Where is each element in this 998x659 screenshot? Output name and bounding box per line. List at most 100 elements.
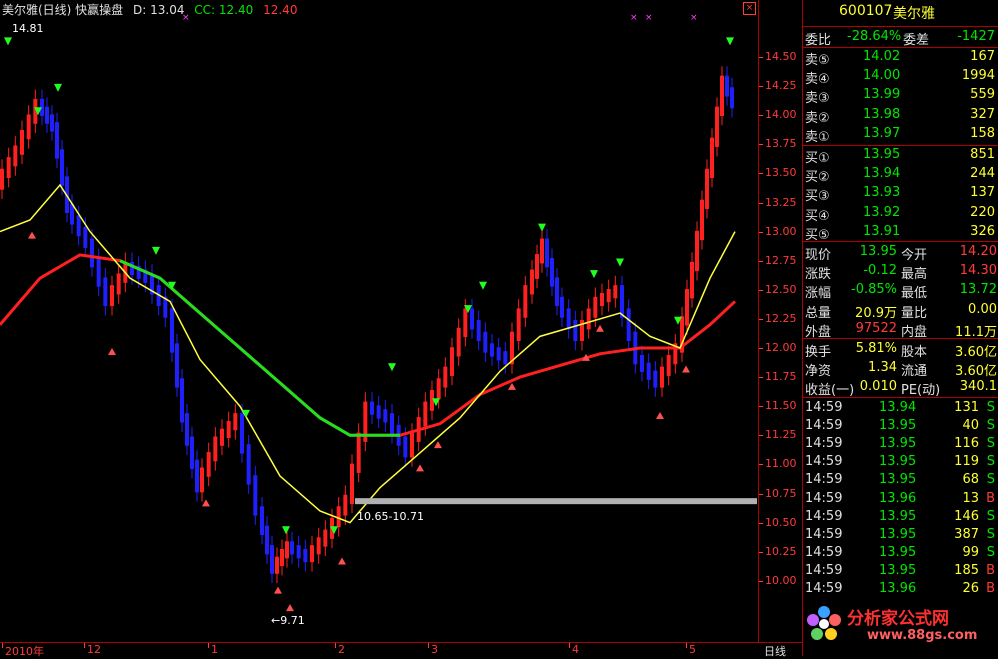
candle-body bbox=[476, 320, 481, 342]
candle-body bbox=[613, 285, 618, 299]
candle-body bbox=[13, 145, 18, 167]
order-price: 13.93 bbox=[863, 185, 901, 201]
stats-row: 收益(一) 0.010 PE(动) 340.1 bbox=[803, 378, 998, 398]
sell-signal-arrow-icon bbox=[4, 37, 12, 46]
candle-body bbox=[185, 413, 189, 446]
buy-order-row: 买① 13.95 851 bbox=[803, 146, 998, 166]
flower-logo-icon bbox=[805, 604, 843, 644]
price-tick-label: 11.50 bbox=[765, 399, 797, 413]
quote-value: 13.72 bbox=[959, 282, 997, 298]
order-label: 买⑤ bbox=[805, 227, 830, 243]
tick-volume: 119 bbox=[954, 454, 979, 470]
sell-signal-arrow-icon bbox=[538, 223, 546, 232]
quote-label: 量比 bbox=[901, 305, 928, 321]
candle-body bbox=[103, 277, 108, 307]
price-tick-mark bbox=[759, 522, 763, 524]
quote-label: 现价 bbox=[805, 248, 832, 263]
price-tick-mark bbox=[759, 580, 763, 582]
tick-price: 13.94 bbox=[879, 400, 917, 415]
tick-volume: 185 bbox=[954, 562, 979, 578]
signal-marker: × bbox=[690, 13, 698, 23]
order-volume: 158 bbox=[970, 125, 995, 141]
tick-volume: 40 bbox=[962, 418, 979, 434]
quote-label: 最低 bbox=[901, 286, 928, 302]
buy-signal-arrow-icon bbox=[28, 231, 36, 239]
price-chart-canvas[interactable]: × × × × bbox=[0, 0, 758, 642]
sell-order-row: 卖③ 13.99 559 bbox=[803, 86, 998, 106]
tick-price: 13.95 bbox=[879, 436, 917, 452]
tick-time: 14:59 bbox=[805, 436, 843, 452]
stats-label: 流通 bbox=[901, 364, 928, 379]
time-tick-label: 12 bbox=[87, 643, 101, 656]
tick-price: 13.95 bbox=[879, 562, 917, 578]
order-price: 13.92 bbox=[863, 204, 901, 220]
order-volume: 220 bbox=[970, 204, 995, 220]
tick-side: S bbox=[986, 418, 995, 434]
tick-row: 14:59 13.95 116 S bbox=[803, 435, 998, 454]
price-tick-mark bbox=[759, 57, 763, 58]
candle-body bbox=[660, 366, 664, 388]
watermark-brand: 分析家公式网 bbox=[847, 609, 949, 629]
candle-body bbox=[403, 436, 408, 458]
candle-body bbox=[336, 506, 341, 528]
quote-value: 14.30 bbox=[959, 263, 997, 279]
candle-body bbox=[566, 308, 571, 330]
sell-order-row: 卖② 13.98 327 bbox=[803, 106, 998, 126]
tick-price: 13.95 bbox=[879, 544, 917, 560]
weibi-label: 委比 bbox=[805, 33, 832, 48]
candle-body bbox=[20, 129, 24, 155]
candle-body bbox=[560, 296, 564, 318]
candle-body bbox=[600, 292, 604, 307]
order-price: 13.94 bbox=[863, 166, 901, 182]
buy-signal-arrow-icon bbox=[416, 464, 424, 472]
tick-row: 14:59 13.95 40 S bbox=[803, 417, 998, 436]
tick-price: 13.95 bbox=[879, 526, 917, 542]
period-button[interactable]: 日线 bbox=[764, 643, 786, 659]
stats-label: PE(动) bbox=[901, 383, 941, 398]
candle-body bbox=[530, 269, 534, 295]
candle-body bbox=[666, 354, 671, 376]
tick-row: 14:59 13.95 99 S bbox=[803, 544, 998, 563]
candle-body bbox=[233, 413, 238, 431]
stats-value: 5.81% bbox=[855, 341, 897, 356]
tick-price: 13.95 bbox=[879, 418, 917, 434]
candle-body bbox=[690, 261, 694, 299]
stats-value: 340.1 bbox=[959, 379, 997, 394]
price-tick-label: 11.75 bbox=[765, 370, 797, 384]
tick-time: 14:59 bbox=[805, 508, 843, 524]
candle-body bbox=[496, 347, 501, 361]
candlestick-chart[interactable]: × × × × 美尔雅(日线) 快赢操盘 D: 13.04 CC: 12.40 12.… bbox=[0, 0, 758, 642]
price-tick-mark bbox=[759, 173, 763, 175]
candle-body bbox=[275, 556, 279, 574]
price-tick-mark bbox=[759, 464, 763, 466]
stock-code: 600107 bbox=[839, 3, 893, 19]
candle-body bbox=[685, 289, 689, 326]
buy-order-row: 买② 13.94 244 bbox=[803, 165, 998, 185]
candle-body bbox=[110, 285, 114, 307]
buy-order-row: 买④ 13.92 220 bbox=[803, 204, 998, 224]
sell-signal-arrow-icon bbox=[726, 37, 734, 46]
tick-price: 13.95 bbox=[879, 472, 917, 488]
candle-body bbox=[573, 320, 578, 342]
quote-value: -0.12 bbox=[863, 263, 897, 279]
stats-label: 净资 bbox=[805, 364, 832, 379]
quote-label: 最高 bbox=[901, 267, 928, 283]
candle-body bbox=[626, 308, 631, 342]
quote-label: 内盘 bbox=[901, 324, 928, 340]
indicator-last: 12.40 bbox=[263, 3, 298, 17]
time-tick-mark bbox=[686, 643, 687, 648]
close-chart-icon[interactable]: × bbox=[743, 2, 756, 15]
time-tick-label: 1 bbox=[211, 643, 218, 656]
tick-volume: 146 bbox=[954, 508, 979, 524]
price-tick-label: 10.75 bbox=[765, 486, 797, 500]
quote-label: 外盘 bbox=[805, 324, 832, 340]
support-zone-bar bbox=[355, 498, 757, 505]
candle-body bbox=[0, 168, 4, 190]
tick-time: 14:59 bbox=[805, 526, 843, 542]
order-label: 卖④ bbox=[805, 72, 830, 88]
order-volume: 559 bbox=[970, 87, 995, 103]
price-tick-label: 11.00 bbox=[765, 457, 797, 471]
candle-body bbox=[516, 308, 521, 342]
price-tick-label: 10.50 bbox=[765, 515, 797, 529]
order-price: 13.99 bbox=[863, 87, 901, 103]
